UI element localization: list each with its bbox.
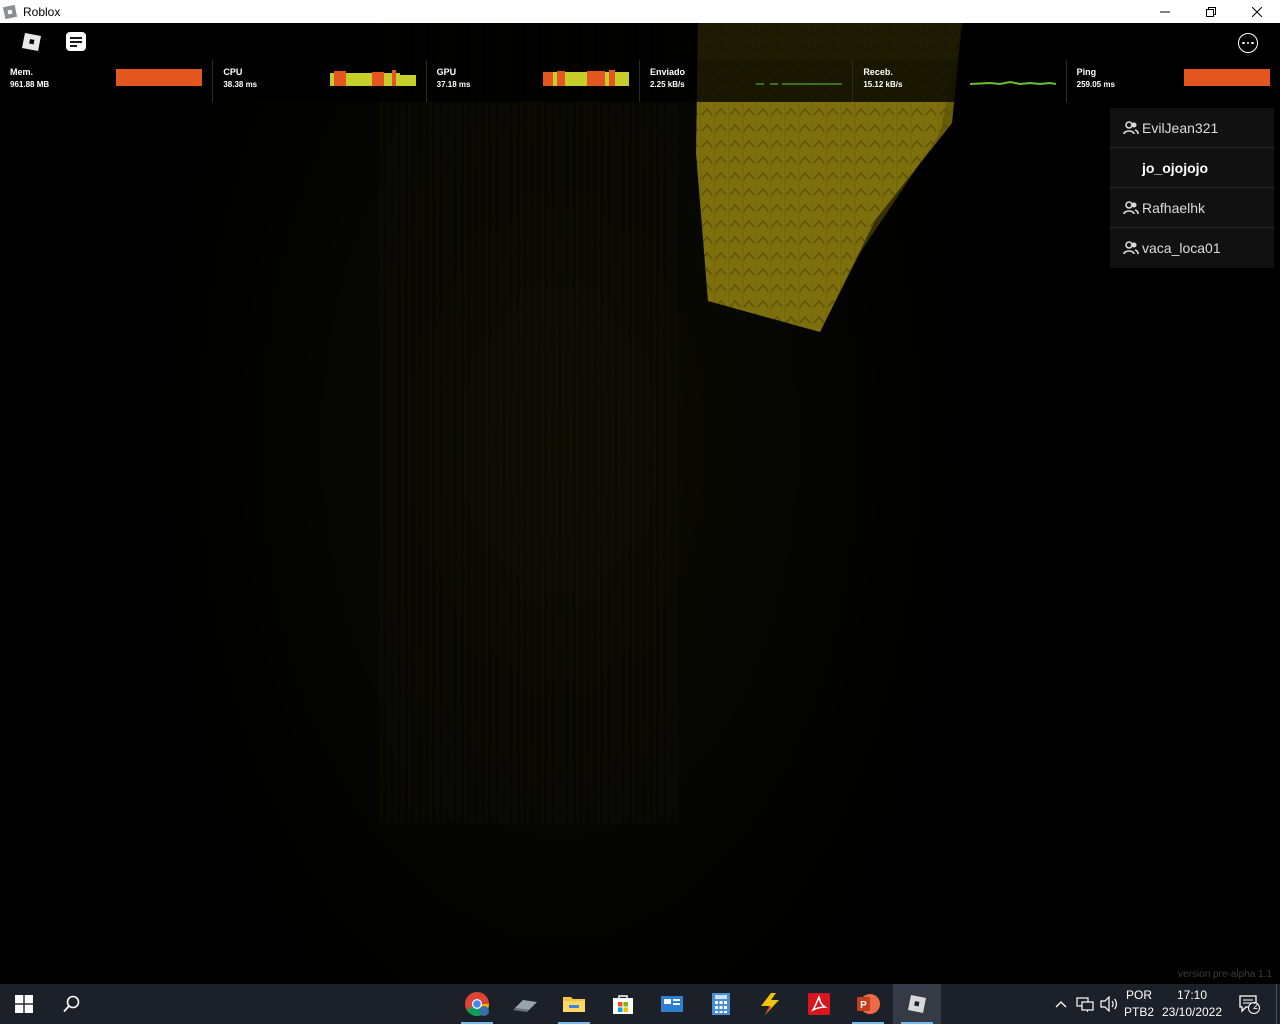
calculator-icon [712,993,730,1015]
show-desktop-button[interactable] [1276,984,1280,1024]
stat-value: 259.05 ms [1076,80,1115,89]
window-titlebar[interactable]: Roblox [0,0,1280,23]
friends-icon [1122,200,1140,215]
stat-ping[interactable]: Ping 259.05 ms [1067,60,1280,102]
taskbar-store[interactable] [599,984,647,1024]
stat-label: GPU [436,67,457,77]
roblox-app-icon [2,4,18,19]
player-entry[interactable]: EvilJean321 [1110,108,1274,148]
close-icon [1252,6,1262,17]
player-name: jo_ojojojo [1142,159,1209,176]
player-entry[interactable]: Rafhaelhk [1110,188,1274,228]
language-code: POR [1125,988,1152,1002]
network-icon [1076,997,1094,1012]
stat-value: 961.88 MB [10,80,50,89]
minimize-button[interactable] [1142,0,1188,23]
player-entry[interactable]: vaca_loca01 [1110,228,1274,268]
stat-label: Mem. [10,67,34,77]
stat-bar [1183,69,1270,86]
powerpoint-icon: P [857,994,880,1014]
stat-bar [116,69,203,86]
chat-icon [66,32,86,51]
game-viewport[interactable] [0,23,1280,984]
windows-logo-icon [15,995,33,1013]
stat-gpu[interactable]: GPU 37.18 ms [427,60,640,102]
app-icon [661,996,683,1012]
app-icon [513,1000,537,1012]
acrobat-icon [808,993,830,1015]
start-button[interactable] [0,984,48,1024]
minimize-icon [1160,11,1170,12]
yellow-object-scenery [696,23,962,332]
stat-graph [969,80,1056,86]
taskbar-powerpoint[interactable]: P [844,984,892,1024]
taskbar-roblox[interactable] [893,984,941,1024]
stat-cpu[interactable]: CPU 38.38 ms [213,60,427,102]
stat-received[interactable]: Receb. 15.12 kB/s [853,60,1067,102]
player-list: EvilJean321 jo_ojojojo Rafhaelhk vaca_lo… [1110,108,1274,268]
stat-label: Enviado [649,67,685,77]
friends-icon [1122,120,1140,135]
svg-text:P: P [860,1000,867,1011]
chevron-up-icon [1055,1001,1067,1008]
show-hidden-icons-button[interactable] [1050,984,1072,1024]
stat-sent[interactable]: Enviado 2.25 kB/s [640,60,854,102]
stat-value: 2.25 kB/s [649,80,685,89]
stat-graph [542,70,629,86]
player-name: Rafhaelhk [1142,199,1206,216]
stat-value: 38.38 ms [223,80,258,89]
clock-date: 23/10/2022 [1161,1005,1223,1019]
more-options-icon [1242,41,1245,45]
version-label: version pre-alpha 1.1 [1178,969,1272,980]
roblox-icon [908,995,926,1013]
window-title: Roblox [23,4,61,19]
stat-label: Ping [1076,67,1097,77]
player-entry[interactable]: jo_ojojojo [1110,148,1274,188]
roblox-topbar [0,23,1280,60]
stat-value: 37.18 ms [436,80,471,89]
chat-button[interactable] [64,30,88,54]
folder-icon [563,997,585,1012]
clock-button[interactable]: 17:10 23/10/2022 [1158,984,1226,1024]
lightning-icon [761,993,779,1015]
taskbar-chrome[interactable] [453,984,501,1024]
search-icon [63,995,80,1013]
restore-icon [1206,6,1216,17]
chrome-icon [465,992,489,1017]
taskbar-acrobat[interactable] [795,984,843,1024]
store-icon [613,995,633,1014]
taskbar-app-blue[interactable] [648,984,696,1024]
player-name: vaca_loca01 [1142,240,1221,256]
roblox-logo-icon [22,33,41,51]
stat-memory[interactable]: Mem. 961.88 MB [0,60,214,102]
network-button[interactable] [1074,984,1096,1024]
player-name: EvilJean321 [1142,119,1219,136]
action-center-button[interactable]: 2 [1232,984,1266,1024]
taskbar-app[interactable] [502,984,550,1024]
friends-icon [1122,241,1140,255]
stat-graph [329,70,416,86]
keyboard-layout: PTB2 [1123,1005,1154,1019]
roblox-menu-button[interactable] [20,30,44,54]
window-controls [1142,0,1280,23]
taskbar-calculator[interactable] [697,984,745,1024]
windows-taskbar: P POR PTB2 17:10 23/10/2022 2 [0,984,1280,1024]
taskbar-flash-app[interactable] [746,984,794,1024]
stat-label: CPU [223,67,243,77]
clock-time: 17:10 [1176,988,1208,1002]
search-button[interactable] [48,984,96,1024]
notification-count: 2 [1252,1001,1258,1011]
stat-label: Receb. [863,67,893,77]
restore-button[interactable] [1188,0,1234,23]
stat-value: 15.12 kB/s [863,80,903,89]
volume-button[interactable] [1098,984,1120,1024]
stat-graph [756,83,843,85]
close-button[interactable] [1234,0,1280,23]
more-options-button[interactable] [1238,33,1258,53]
input-language-button[interactable]: POR PTB2 [1122,984,1156,1024]
performance-stats-bar: Mem. 961.88 MB CPU 38.38 ms GPU 37.18 ms… [0,60,1280,102]
taskbar-file-explorer[interactable] [550,984,598,1024]
speaker-icon [1100,996,1117,1012]
